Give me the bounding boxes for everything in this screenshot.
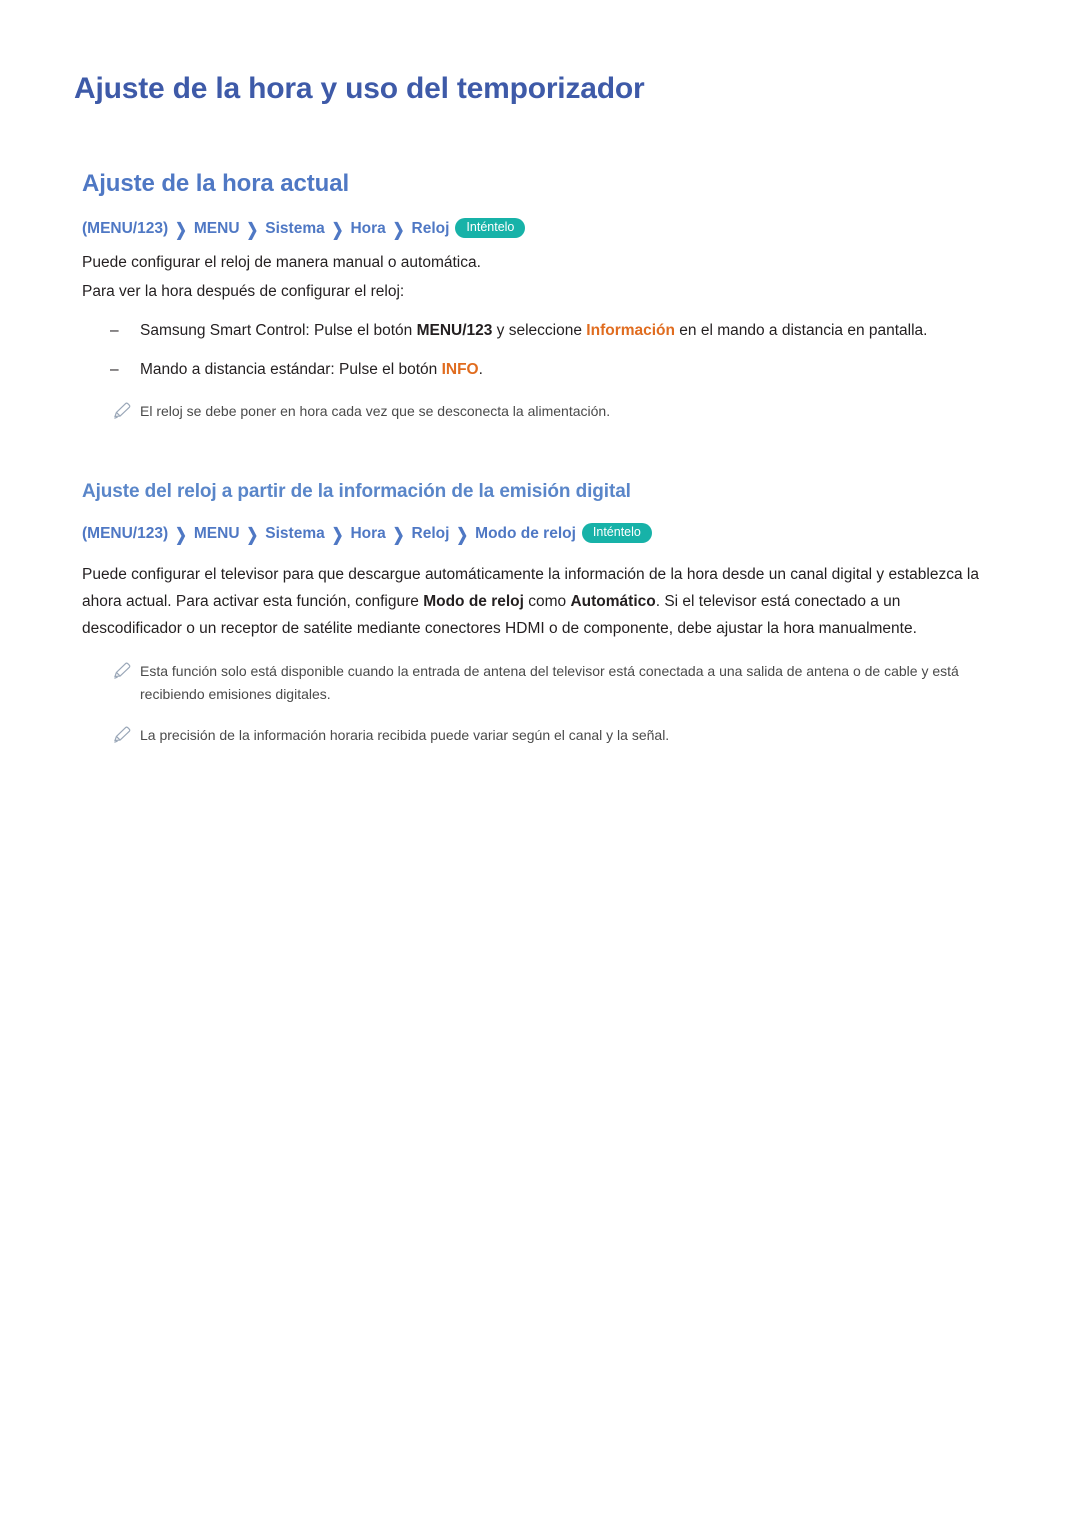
page-title: Ajuste de la hora y uso del temporizador <box>74 72 645 105</box>
breadcrumb-item-sistema: Sistema <box>265 525 325 542</box>
section1-paragraph-1: Puede configurar el reloj de manera manu… <box>82 254 481 271</box>
breadcrumb-item-reloj: Reloj <box>411 525 450 542</box>
keyword-menu123: MENU/123 <box>416 322 493 339</box>
note-text: Esta función solo está disponible cuando… <box>140 663 959 702</box>
document-page: Ajuste de la hora y uso del temporizador… <box>0 0 1080 1527</box>
pencil-icon <box>112 400 140 425</box>
section2-paragraph-part2: como <box>523 593 571 610</box>
keyword-modo-de-reloj: Modo de reloj <box>423 593 524 610</box>
bullet-dash: – <box>110 361 119 378</box>
bullet-text: Samsung Smart Control: Pulse el botón ME… <box>140 318 996 343</box>
keyword-info: INFO <box>441 361 479 378</box>
bullet-text-mid: y seleccione <box>492 322 587 339</box>
note-row: El reloj se debe poner en hora cada vez … <box>112 400 996 425</box>
pencil-icon <box>112 724 140 749</box>
list-item: – Samsung Smart Control: Pulse el botón … <box>110 318 996 343</box>
chevron-right-icon: ❯ <box>392 219 405 239</box>
chevron-right-icon: ❯ <box>331 219 344 239</box>
breadcrumb-item-hora: Hora <box>350 220 386 237</box>
try-it-badge[interactable]: Inténtelo <box>455 218 526 238</box>
breadcrumb-item-reloj: Reloj <box>411 220 450 237</box>
chevron-right-icon: ❯ <box>331 524 344 544</box>
section2-paragraph: Puede configurar el televisor para que d… <box>82 561 996 642</box>
breadcrumb-item-menu123: MENU/123 <box>87 525 163 542</box>
note-row: La precisión de la información horaria r… <box>112 724 996 749</box>
bullet-dash: – <box>110 322 119 339</box>
bullet-text-post: . <box>478 361 483 378</box>
bullet-text: Mando a distancia estándar: Pulse el bot… <box>140 357 996 382</box>
chevron-right-icon: ❯ <box>246 524 259 544</box>
breadcrumb-item-modo-de-reloj: Modo de reloj <box>475 525 576 542</box>
list-item: – Mando a distancia estándar: Pulse el b… <box>110 357 996 382</box>
breadcrumb-item-sistema: Sistema <box>265 220 325 237</box>
chevron-right-icon: ❯ <box>175 524 187 544</box>
bullet-text-pre: Mando a distancia estándar: Pulse el bot… <box>140 361 442 378</box>
bullet-text-post: en el mando a distancia en pantalla. <box>675 322 928 339</box>
note-text: La precisión de la información horaria r… <box>140 727 670 743</box>
breadcrumb-item-hora: Hora <box>350 525 386 542</box>
breadcrumb-section1: (MENU/123) ❯ MENU ❯ Sistema ❯ Hora ❯ Rel… <box>82 218 996 240</box>
breadcrumb-section2: (MENU/123) ❯ MENU ❯ Sistema ❯ Hora ❯ Rel… <box>82 523 996 545</box>
breadcrumb-close-paren: ) <box>162 220 169 237</box>
chevron-right-icon: ❯ <box>246 219 259 239</box>
bullet-text-pre: Samsung Smart Control: Pulse el botón <box>140 322 417 339</box>
try-it-badge[interactable]: Inténtelo <box>581 523 652 543</box>
chevron-right-icon: ❯ <box>456 524 469 544</box>
pencil-icon <box>112 660 140 706</box>
chevron-right-icon: ❯ <box>392 524 405 544</box>
keyword-automatico: Automático <box>570 593 656 610</box>
breadcrumb-close-paren: ) <box>162 525 169 542</box>
breadcrumb-item-menu123: MENU/123 <box>87 220 163 237</box>
section-heading-ajuste-hora-actual: Ajuste de la hora actual <box>82 170 350 197</box>
breadcrumb-item-menu: MENU <box>193 220 240 237</box>
keyword-informacion: Información <box>586 322 675 339</box>
section1-paragraph-2: Para ver la hora después de configurar e… <box>82 283 405 300</box>
subsection-heading-ajuste-reloj-emision-digital: Ajuste del reloj a partir de la informac… <box>82 481 631 502</box>
note-text: El reloj se debe poner en hora cada vez … <box>140 403 611 419</box>
chevron-right-icon: ❯ <box>175 219 187 239</box>
breadcrumb-item-menu: MENU <box>193 525 240 542</box>
note-row: Esta función solo está disponible cuando… <box>112 660 996 706</box>
